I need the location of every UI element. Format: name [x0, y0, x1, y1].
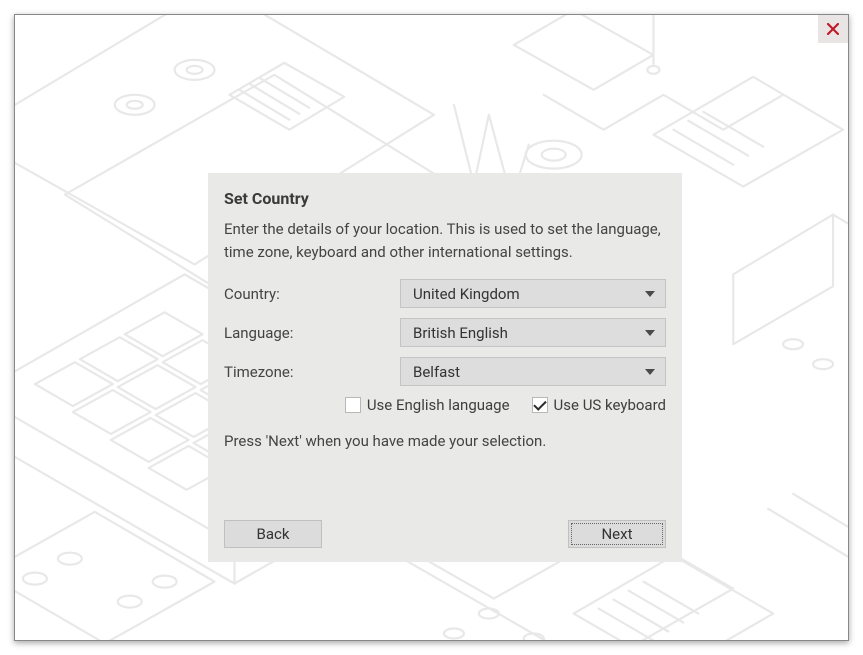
timezone-label: Timezone: — [224, 363, 392, 381]
country-row: Country: United Kingdom — [224, 279, 666, 308]
close-icon — [827, 23, 839, 35]
set-country-dialog: Set Country Enter the details of your lo… — [208, 173, 682, 562]
language-row: Language: British English — [224, 318, 666, 347]
language-value: British English — [413, 324, 508, 342]
chevron-down-icon — [645, 291, 655, 297]
timezone-combobox[interactable]: Belfast — [400, 357, 666, 386]
instruction-text: Press 'Next' when you have made your sel… — [224, 432, 666, 450]
language-combobox[interactable]: British English — [400, 318, 666, 347]
back-button[interactable]: Back — [224, 520, 322, 548]
next-button-label: Next — [601, 525, 632, 543]
wizard-window: Set Country Enter the details of your lo… — [14, 14, 849, 641]
next-button[interactable]: Next — [568, 520, 666, 548]
checkbox-row: Use English language Use US keyboard — [224, 396, 666, 414]
country-value: United Kingdom — [413, 285, 520, 303]
button-row: Back Next — [224, 520, 666, 548]
chevron-down-icon — [645, 369, 655, 375]
use-us-keyboard-checkbox[interactable]: Use US keyboard — [532, 396, 666, 414]
use-english-checkbox[interactable]: Use English language — [345, 396, 510, 414]
country-combobox[interactable]: United Kingdom — [400, 279, 666, 308]
dialog-description: Enter the details of your location. This… — [224, 218, 666, 263]
timezone-value: Belfast — [413, 363, 460, 381]
close-button[interactable] — [818, 15, 848, 43]
use-english-label: Use English language — [367, 396, 510, 414]
chevron-down-icon — [645, 330, 655, 336]
checkbox-box — [345, 397, 361, 413]
back-button-label: Back — [257, 525, 290, 543]
use-us-keyboard-label: Use US keyboard — [554, 396, 666, 414]
dialog-title: Set Country — [224, 189, 666, 208]
country-label: Country: — [224, 285, 392, 303]
checkbox-box — [532, 397, 548, 413]
language-label: Language: — [224, 324, 392, 342]
timezone-row: Timezone: Belfast — [224, 357, 666, 386]
